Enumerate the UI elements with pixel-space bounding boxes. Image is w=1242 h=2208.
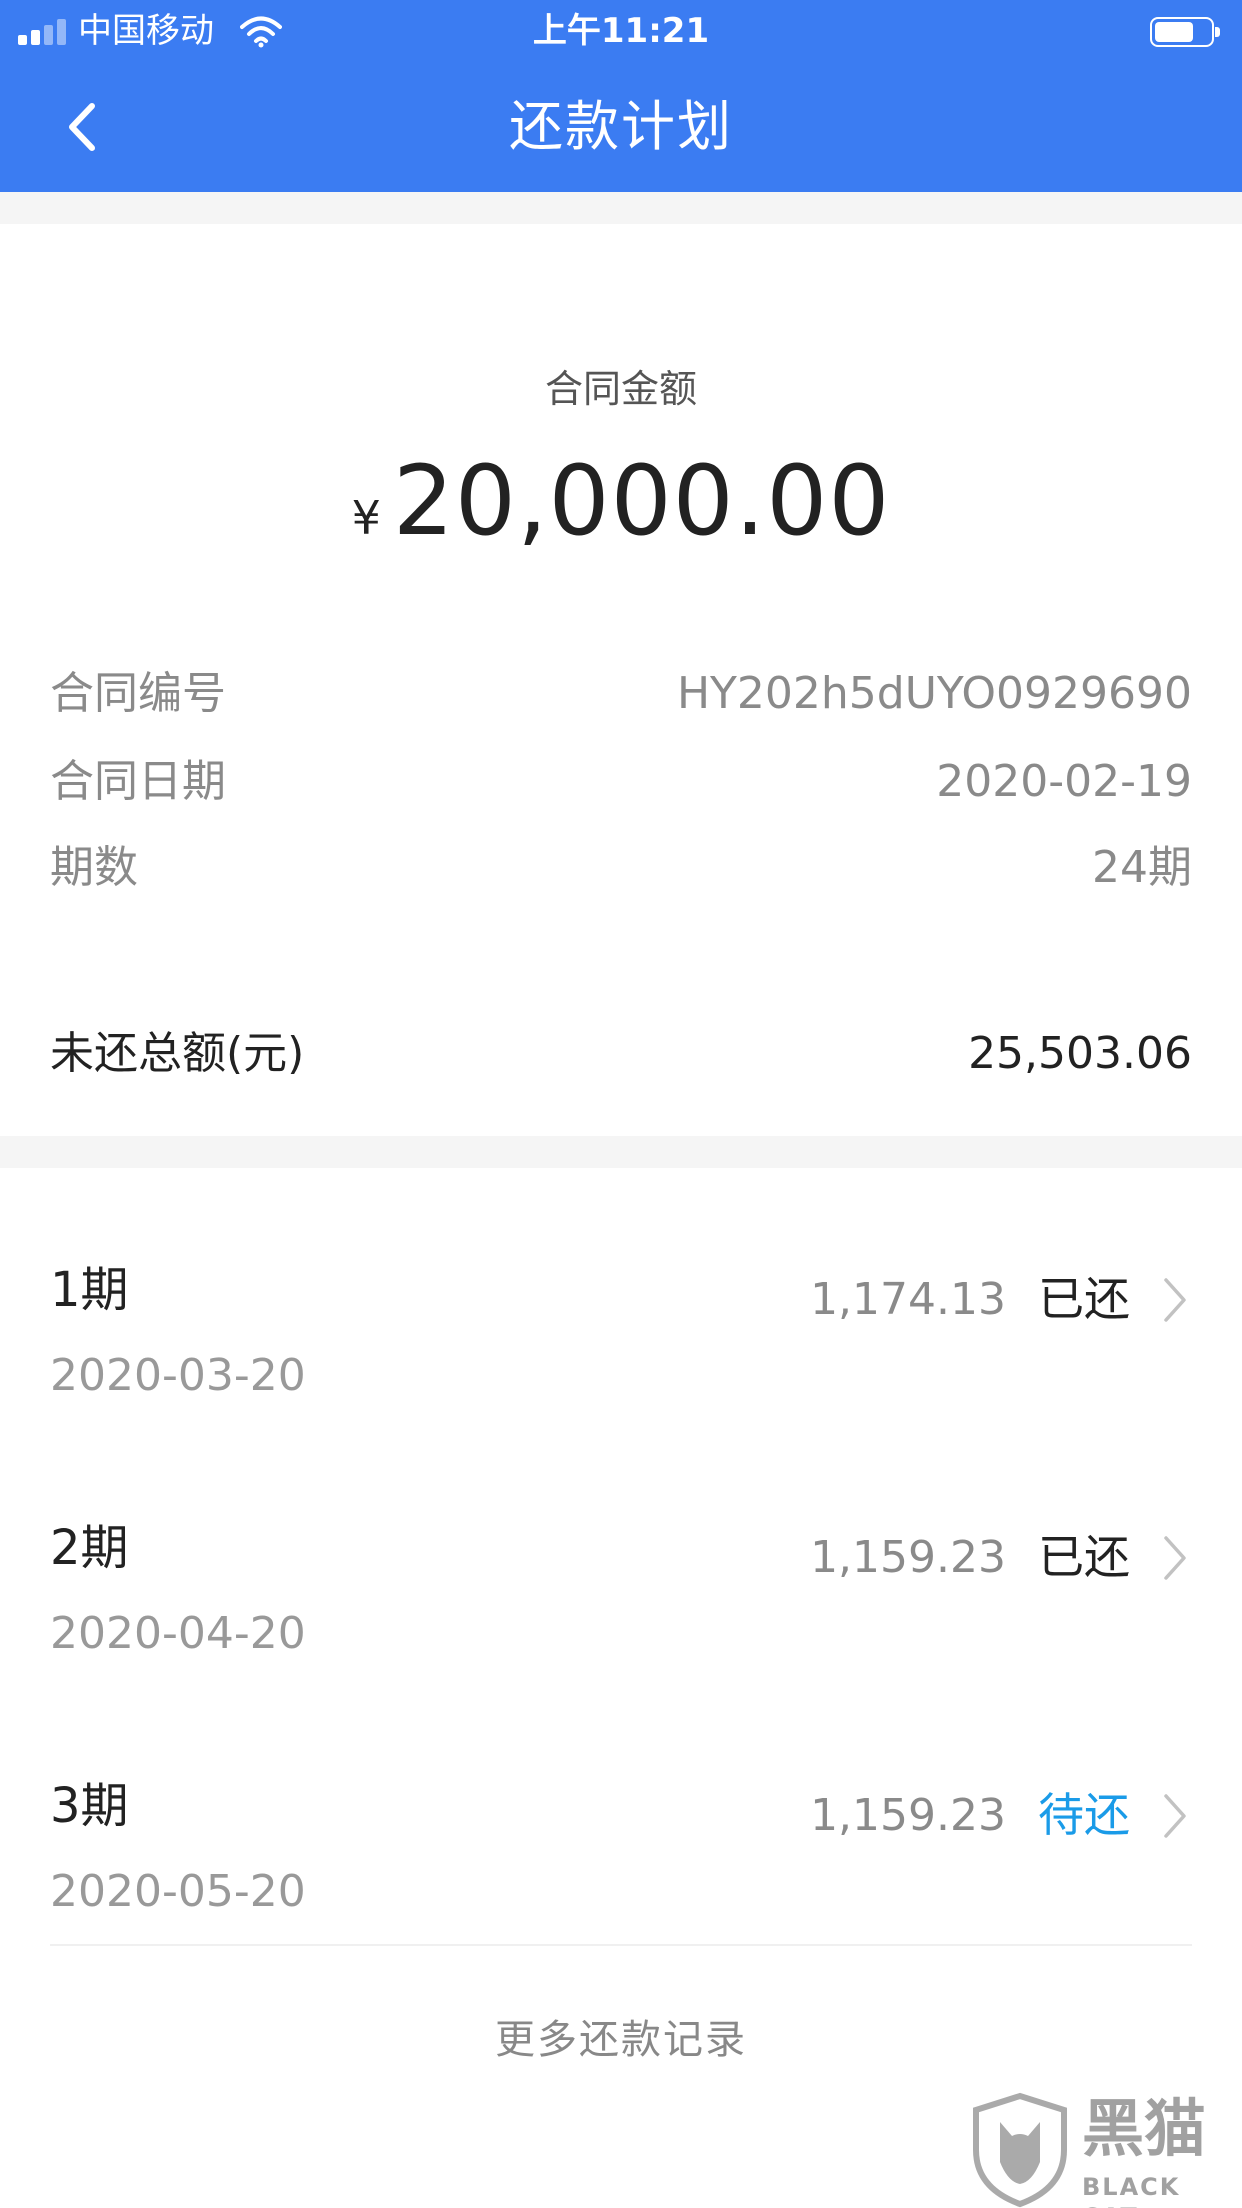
watermark-logo-text: 黑猫 (1082, 2092, 1207, 2165)
currency-symbol: ¥ (351, 491, 381, 545)
period-due-date: 2020-04-20 (50, 1608, 306, 1659)
contract-number-label: 合同编号 (50, 668, 226, 719)
top-bar: 中国移动 上午11:21 还款计划 (0, 0, 1242, 192)
repayment-periods-card: 1期 2020-03-20 1,174.13 已还 2期 2020-04-20 … (0, 1168, 1242, 2208)
outstanding-total-value: 25,503.06 (968, 1028, 1192, 1079)
list-divider (50, 1944, 1192, 1946)
period-amount: 1,159.23 (810, 1532, 1006, 1583)
battery-icon (1150, 17, 1220, 47)
contract-amount-value: 20,000.00 (392, 445, 891, 557)
period-item-3[interactable]: 3期 2020-05-20 1,159.23 待还 (50, 1684, 1192, 1917)
more-records-link[interactable]: 更多还款记录 (0, 2014, 1242, 2066)
period-status-pending: 待还 (1038, 1788, 1130, 1842)
period-due-date: 2020-03-20 (50, 1350, 306, 1401)
status-bar: 中国移动 上午11:21 (0, 0, 1242, 62)
page-title: 还款计划 (509, 95, 733, 158)
contract-summary-card: 合同金额 ¥20,000.00 合同编号 HY202h5dUYO0929690 … (0, 224, 1242, 1136)
contract-amount-label: 合同金额 (544, 367, 697, 411)
contract-date-row: 合同日期 2020-02-19 (50, 754, 1192, 810)
period-amount: 1,174.13 (810, 1274, 1006, 1325)
chevron-right-icon (1164, 1278, 1186, 1322)
status-time: 上午11:21 (532, 11, 710, 51)
contract-number-row: 合同编号 HY202h5dUYO0929690 (50, 666, 1192, 722)
period-name: 1期 (50, 1262, 129, 1318)
period-count-value: 24期 (1092, 842, 1192, 893)
period-status-paid: 已还 (1038, 1530, 1130, 1584)
period-name: 2期 (50, 1520, 129, 1576)
contract-date-value: 2020-02-19 (936, 756, 1192, 807)
contract-number-value: HY202h5dUYO0929690 (676, 668, 1192, 719)
period-item-2[interactable]: 2期 2020-04-20 1,159.23 已还 (50, 1426, 1192, 1659)
watermark-logo-subtext: BLACK CAT (1082, 2173, 1181, 2208)
period-count-label: 期数 (50, 842, 138, 893)
period-amount: 1,159.23 (810, 1790, 1006, 1841)
outstanding-total-label: 未还总额(元) (50, 1028, 305, 1079)
outstanding-total-row: 未还总额(元) 25,503.06 (50, 1026, 1192, 1082)
blackcat-watermark: 黑猫 BLACK CAT (970, 2092, 1242, 2208)
cat-shield-icon (973, 2092, 1067, 2208)
period-item-1[interactable]: 1期 2020-03-20 1,174.13 已还 (50, 1168, 1192, 1401)
period-count-row: 期数 24期 (50, 840, 1192, 896)
contract-amount: ¥20,000.00 (0, 446, 1242, 556)
chevron-right-icon (1164, 1536, 1186, 1580)
contract-date-label: 合同日期 (50, 756, 226, 807)
nav-bar: 还款计划 (0, 62, 1242, 192)
period-due-date: 2020-05-20 (50, 1866, 306, 1917)
period-name: 3期 (50, 1778, 129, 1834)
period-status-paid: 已还 (1038, 1272, 1130, 1326)
chevron-right-icon (1164, 1794, 1186, 1838)
